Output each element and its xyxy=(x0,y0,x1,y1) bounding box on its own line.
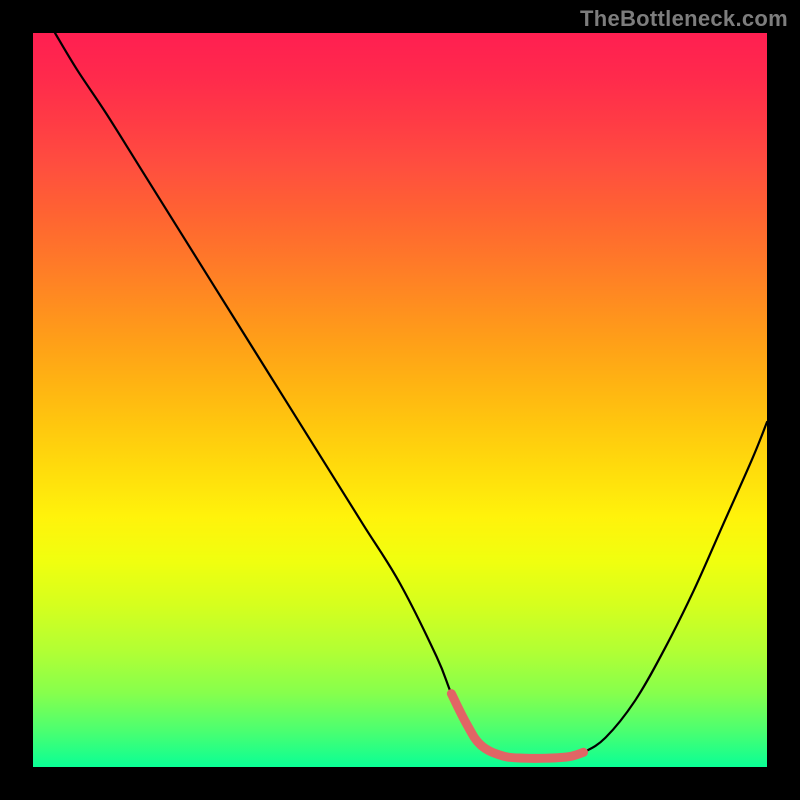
curve-svg xyxy=(33,33,767,767)
chart-stage: TheBottleneck.com xyxy=(0,0,800,800)
plot-area xyxy=(33,33,767,767)
chart-main-curve xyxy=(55,33,767,758)
chart-highlight-band xyxy=(451,694,583,759)
watermark-text: TheBottleneck.com xyxy=(580,6,788,32)
